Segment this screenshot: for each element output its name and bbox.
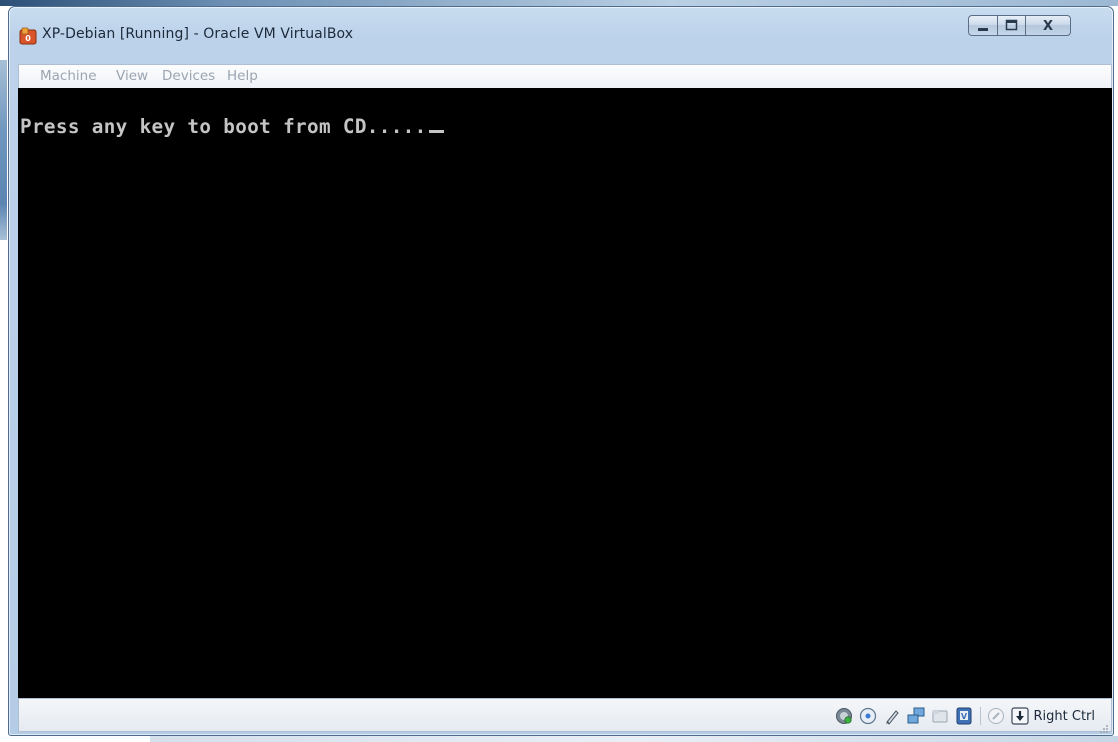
usb-icon[interactable] (883, 707, 901, 725)
status-separator (979, 707, 981, 725)
menu-machine[interactable]: Machine (40, 68, 97, 84)
console-output: Press any key to boot from CD..... (20, 115, 444, 138)
minimize-button[interactable] (968, 15, 997, 36)
close-icon: X (1043, 19, 1053, 34)
minimize-icon (978, 28, 988, 31)
network-icon[interactable] (907, 707, 925, 725)
optical-drive-icon[interactable] (859, 707, 877, 725)
desktop-edge-bottom (150, 736, 1118, 742)
host-key-label: Right Ctrl (1033, 708, 1096, 724)
svg-text:V: V (960, 712, 967, 721)
text-cursor (428, 130, 444, 133)
resize-grip-icon[interactable] (1099, 719, 1109, 733)
virtualbox-vm-window: 0 XP-Debian [Running] - Oracle VM Virtua… (8, 6, 1114, 736)
virtualbox-app-icon[interactable]: 0 (19, 27, 37, 45)
menu-bar: Machine View Devices Help (18, 64, 1112, 88)
window-title: XP-Debian [Running] - Oracle VM VirtualB… (42, 26, 354, 42)
close-button[interactable]: X (1025, 15, 1071, 36)
title-bar[interactable]: 0 XP-Debian [Running] - Oracle VM Virtua… (9, 7, 1113, 59)
menu-devices[interactable]: Devices (162, 68, 215, 84)
maximize-button[interactable] (997, 15, 1025, 36)
boot-prompt-text: Press any key to boot from CD..... (20, 115, 427, 138)
caption-buttons: X (968, 15, 1105, 37)
status-bar: V Right Ctrl (18, 698, 1112, 733)
svg-text:X: X (1043, 19, 1053, 34)
status-indicators: V Right Ctrl (829, 705, 1096, 727)
hard-disk-icon[interactable] (835, 707, 853, 725)
desktop-edge-left (0, 60, 7, 240)
maximize-icon (1005, 19, 1018, 31)
shared-folders-icon[interactable] (931, 707, 949, 725)
host-key-arrow-icon (1010, 707, 1029, 725)
menu-view[interactable]: View (116, 68, 148, 84)
mouse-integration-icon[interactable] (987, 707, 1005, 725)
svg-text:0: 0 (25, 34, 31, 43)
menu-help[interactable]: Help (227, 68, 258, 84)
virtualization-icon[interactable]: V (955, 707, 973, 725)
vm-display[interactable]: Press any key to boot from CD..... (18, 88, 1112, 698)
